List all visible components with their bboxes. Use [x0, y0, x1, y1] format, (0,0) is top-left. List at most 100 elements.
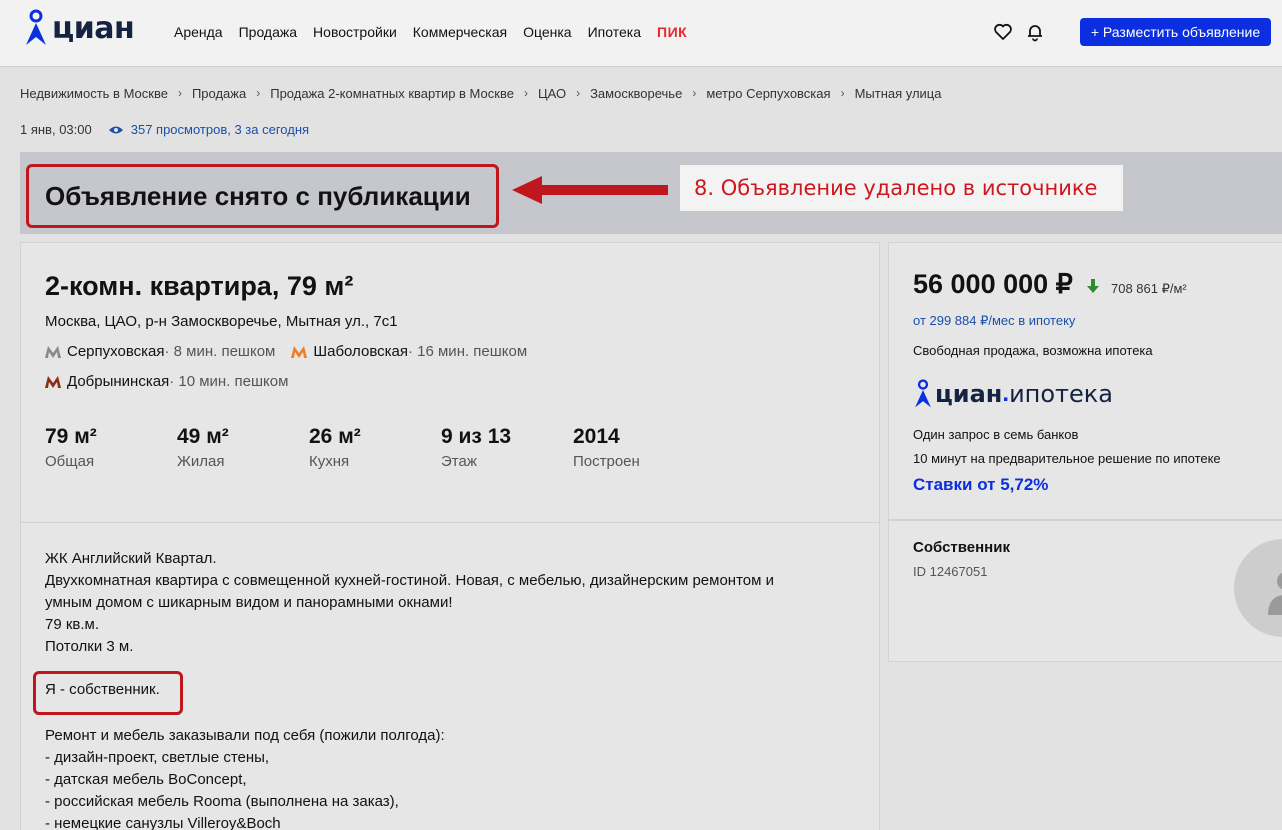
unpublished-banner: Объявление снято с публикации 8. Объявле…: [20, 152, 1282, 234]
fact-total-area: 79 м² Общая: [45, 425, 177, 470]
chevron-right-icon: ›: [256, 86, 261, 100]
owner-label: Собственник: [913, 539, 1010, 556]
views-link[interactable]: 357 просмотров, 3 за сегодня: [108, 122, 309, 137]
breadcrumb-item[interactable]: Мытная улица: [855, 86, 942, 101]
ipoteka-logo-dot: .: [1002, 380, 1010, 407]
annotation-arrow-icon: [512, 176, 668, 204]
description-line: - немецкие санузлы Villeroy&Boch: [45, 815, 281, 830]
description-line: 79 кв.м.: [45, 616, 100, 633]
chevron-right-icon: ›: [840, 86, 845, 100]
ipoteka-logo-cian: циан: [935, 380, 1003, 408]
cian-ipoteka-logo[interactable]: циан. ипотека: [913, 379, 1113, 409]
metro-station[interactable]: Добрынинская · 10 мин. пешком: [45, 373, 288, 390]
breadcrumb-item[interactable]: Продажа 2-комнатных квартир в Москве: [270, 86, 514, 101]
metro-icon: [291, 345, 308, 358]
metro-icon: [45, 375, 61, 388]
description-line: умным домом с шикарным видом и панорамны…: [45, 594, 453, 611]
metro-row: Серпуховская · 8 мин. пешком Шаболовская…: [45, 343, 543, 360]
place-ad-button[interactable]: + Разместить объявление: [1080, 18, 1271, 46]
publish-date: 1 янв, 03:00: [20, 122, 92, 137]
chevron-right-icon: ›: [523, 86, 528, 100]
bell-icon[interactable]: [1025, 22, 1045, 42]
listing-title: 2-комн. квартира, 79 м²: [45, 271, 354, 301]
metro-row: Добрынинская · 10 мин. пешком: [45, 373, 304, 390]
annotation-label: 8. Объявление удалено в источнике: [680, 165, 1123, 211]
logo-text: циан: [52, 10, 135, 46]
breadcrumb-item[interactable]: Недвижимость в Москве: [20, 86, 168, 101]
metro-station[interactable]: Серпуховская · 8 мин. пешком: [45, 343, 275, 360]
fact-label: Жилая: [177, 453, 225, 470]
nav-pik[interactable]: ПИК: [657, 22, 687, 42]
nav-sale[interactable]: Продажа: [239, 22, 297, 42]
price-card: 56 000 000 ₽ 708 861 ₽/м² от 299 884 ₽/м…: [888, 242, 1282, 520]
breadcrumb: Недвижимость в Москве › Продажа › Продажа …: [20, 86, 942, 101]
banks-info: Один запрос в семь банков: [913, 427, 1079, 442]
owner-id: ID 12467051: [913, 564, 988, 579]
metro-time: · 8 мин. пешком: [164, 343, 276, 360]
fact-living-area: 49 м² Жилая: [177, 425, 309, 470]
metro-name: Серпуховская: [67, 343, 165, 360]
chevron-right-icon: ›: [576, 86, 581, 100]
nav-mortgage[interactable]: Ипотека: [588, 22, 641, 42]
arrow-down-icon: [1087, 279, 1099, 293]
views-count: 357 просмотров, 3 за сегодня: [130, 122, 310, 137]
metro-time: · 16 мин. пешком: [407, 343, 528, 360]
description-line: Двухкомнатная квартира с совмещенной кух…: [45, 572, 774, 589]
breadcrumb-item[interactable]: ЦАО: [538, 86, 566, 101]
metro-station[interactable]: Шаболовская · 16 мин. пешком: [291, 343, 527, 360]
facts-row: 79 м² Общая 49 м² Жилая 26 м² Кухня 9 из…: [45, 425, 705, 470]
price-total: 56 000 000 ₽: [913, 269, 1073, 299]
description-line: Ремонт и мебель заказывали под себя (пож…: [45, 727, 445, 744]
fact-label: Общая: [45, 453, 95, 470]
avatar: [1234, 539, 1282, 637]
breadcrumb-item[interactable]: Продажа: [192, 86, 246, 101]
description-line: Потолки 3 м.: [45, 638, 134, 655]
mortgage-link[interactable]: от 299 884 ₽/мес в ипотеку: [913, 313, 1075, 329]
rates-link[interactable]: Ставки от 5,72%: [913, 475, 1048, 495]
description-line: - датская мебель BoConcept,: [45, 771, 247, 788]
fact-value: 26 м²: [309, 425, 361, 448]
listing-meta: 1 янв, 03:00 357 просмотров, 3 за сегодн…: [20, 122, 309, 137]
sale-type: Свободная продажа, возможна ипотека: [913, 343, 1153, 358]
listing-card: 2-комн. квартира, 79 м² Москва, ЦАО, р-н…: [20, 242, 880, 830]
chevron-right-icon: ›: [177, 86, 182, 100]
location-pin-icon: [915, 379, 931, 408]
site-header: циан Аренда Продажа Новостройки Коммерче…: [0, 0, 1282, 67]
fact-label: Построен: [573, 453, 640, 470]
description-line: - российская мебель Rooma (выполнена на …: [45, 793, 399, 810]
description: ЖК Английский Квартал. Двухкомнатная ква…: [45, 548, 845, 658]
user-icon: [1268, 572, 1282, 615]
fact-value: 2014: [573, 425, 620, 448]
listing-address[interactable]: Москва, ЦАО, р-н Замоскворечье, Мытная у…: [45, 313, 398, 330]
fact-kitchen-area: 26 м² Кухня: [309, 425, 441, 470]
fact-label: Кухня: [309, 453, 350, 470]
breadcrumb-item[interactable]: метро Серпуховская: [706, 86, 830, 101]
divider: [21, 522, 879, 523]
ipoteka-logo-text: ипотека: [1009, 380, 1113, 408]
metro-icon: [45, 345, 61, 358]
cian-logo[interactable]: циан: [24, 8, 135, 48]
fact-value: 9 из 13: [441, 425, 512, 448]
chevron-right-icon: ›: [692, 86, 697, 100]
owner-note: Я - собственник.: [45, 681, 160, 698]
description-line: - дизайн-проект, светлые стены,: [45, 749, 270, 766]
banks-decision-info: 10 минут на предварительное решение по и…: [913, 451, 1221, 466]
heart-icon[interactable]: [993, 22, 1013, 42]
fact-built-year: 2014 Построен: [573, 425, 705, 470]
metro-name: Шаболовская: [313, 343, 408, 360]
fact-value: 79 м²: [45, 425, 97, 448]
nav-valuation[interactable]: Оценка: [523, 22, 572, 42]
location-pin-icon: [26, 9, 46, 45]
annotation-highlight-box: Объявление снято с публикации: [26, 164, 499, 228]
main-nav: Аренда Продажа Новостройки Коммерческая …: [174, 22, 703, 42]
metro-time: · 10 мин. пешком: [169, 373, 289, 390]
fact-value: 49 м²: [177, 425, 229, 448]
unpublished-title: Объявление снято с публикации: [45, 180, 471, 211]
nav-newbuildings[interactable]: Новостройки: [313, 22, 397, 42]
nav-commercial[interactable]: Коммерческая: [413, 22, 507, 42]
nav-rent[interactable]: Аренда: [174, 22, 223, 42]
metro-name: Добрынинская: [67, 373, 170, 390]
breadcrumb-item[interactable]: Замоскворечье: [590, 86, 682, 101]
description-continued: Ремонт и мебель заказывали под себя (пож…: [45, 725, 845, 830]
eye-icon: [108, 126, 123, 133]
